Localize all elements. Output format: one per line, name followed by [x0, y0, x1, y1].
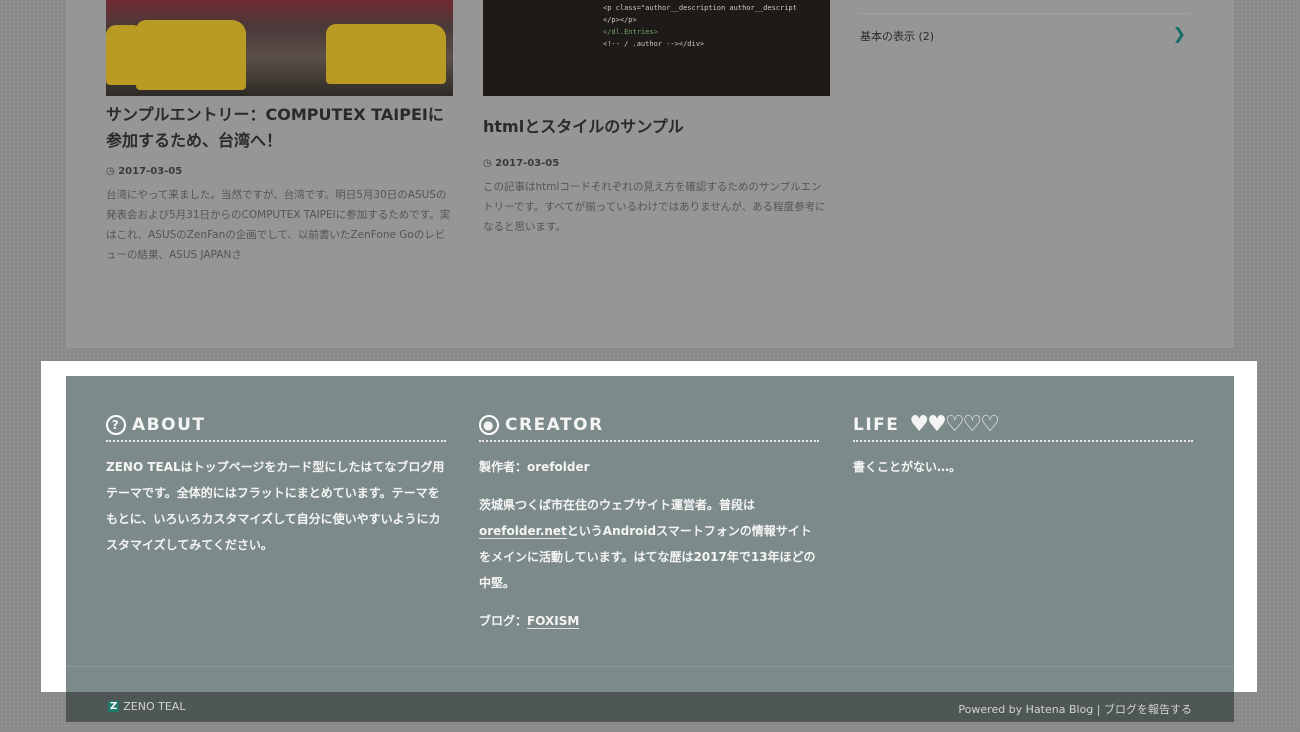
post-excerpt: この記事はhtmlコードそれぞれの見え方を確認するためのサンプルエントリーです。…: [483, 181, 826, 233]
question-icon: ?: [106, 414, 126, 435]
powered-by-link[interactable]: Powered by Hatena Blog | ブログを報告する: [958, 701, 1192, 717]
post-card[interactable]: <p class="author__description author__de…: [483, 0, 830, 237]
footer: ? ABOUT ZENO TEALはトップページをカード型にしたはてなブログ用テー…: [66, 376, 1234, 722]
user-icon: ●: [479, 414, 499, 435]
post-title[interactable]: htmlとスタイルのサンプル: [483, 114, 830, 140]
heart-icons: ♥♥♡♡♡: [909, 412, 1000, 437]
clock-icon: ◷: [106, 166, 119, 177]
code-image: <p class="author__description author__de…: [603, 4, 797, 48]
orefolder-link[interactable]: orefolder.net: [479, 524, 567, 539]
post-title[interactable]: サンプルエントリー：COMPUTEX TAIPEIに参加するため、台湾へ！: [106, 102, 453, 154]
divider: [66, 666, 1234, 667]
post-thumbnail[interactable]: <p class="author__description author__de…: [483, 0, 830, 96]
creator-section: ● CREATOR 製作者：orefolder 茨城県つくば市在住のウェブサイト運…: [479, 412, 819, 646]
logo-icon: Z: [108, 701, 120, 712]
about-section: ? ABOUT ZENO TEALはトップページをカード型にしたはてなブログ用テー…: [106, 412, 446, 558]
post-date: ◷ 2017-03-05: [106, 166, 183, 177]
bottom-bar: Z ZENO TEAL Powered by Hatena Blog | ブログを…: [66, 692, 1234, 722]
post-thumbnail[interactable]: [106, 0, 453, 96]
foxism-link[interactable]: FOXISM: [527, 614, 580, 629]
life-section: LIFE ♥♥♡♡♡ 書くことがない…。: [853, 412, 1193, 480]
divider: [860, 13, 1190, 14]
category-item[interactable]: 基本の表示 (2) ❯: [860, 24, 1190, 44]
post-card[interactable]: サンプルエントリー：COMPUTEX TAIPEIに参加するため、台湾へ！ ◷ …: [106, 0, 453, 265]
clock-icon: ◷: [483, 158, 496, 169]
chevron-right-icon: ❯: [1172, 24, 1186, 43]
main-content: サンプルエントリー：COMPUTEX TAIPEIに参加するため、台湾へ！ ◷ …: [66, 0, 1234, 348]
post-date: ◷ 2017-03-05: [483, 158, 560, 169]
site-logo[interactable]: Z ZENO TEAL: [108, 700, 185, 713]
post-excerpt: 台湾にやって来ました。当然ですが、台湾です。明日5月30日のASUSの発表会およ…: [106, 189, 451, 261]
